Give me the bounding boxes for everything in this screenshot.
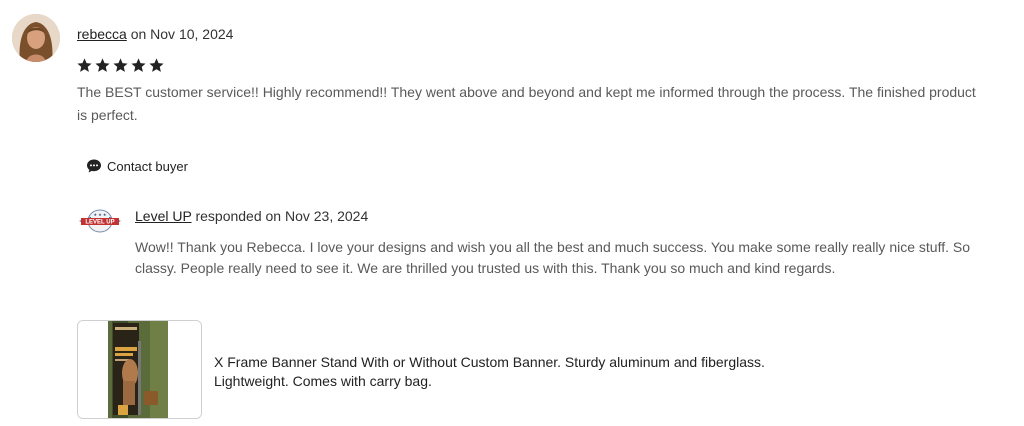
shop-name-link[interactable]: Level UP bbox=[135, 208, 192, 224]
reviewer-photo bbox=[12, 14, 60, 62]
reviewer-avatar bbox=[12, 14, 60, 62]
contact-buyer-label: Contact buyer bbox=[107, 158, 188, 174]
review-header: rebecca on Nov 10, 2024 bbox=[77, 26, 233, 42]
star-icon bbox=[149, 58, 164, 72]
star-rating bbox=[76, 57, 165, 74]
response-text: Wow!! Thank you Rebecca. I love your des… bbox=[135, 239, 970, 276]
shop-logo: LEVEL UP ★ ★ ★ bbox=[77, 208, 123, 234]
shop-logo-text: LEVEL UP bbox=[85, 220, 114, 226]
svg-text:★ ★ ★: ★ ★ ★ bbox=[94, 212, 107, 217]
response-header: Level UP responded on Nov 23, 2024 bbox=[135, 208, 368, 224]
star-icon bbox=[131, 58, 146, 72]
star-icon bbox=[77, 58, 92, 72]
chat-bubble-icon bbox=[86, 158, 102, 174]
review-date: on Nov 10, 2024 bbox=[130, 26, 234, 42]
star-icon bbox=[113, 58, 128, 72]
response-date: responded on Nov 23, 2024 bbox=[195, 208, 369, 224]
product-thumbnail[interactable] bbox=[77, 320, 202, 419]
contact-buyer-button[interactable]: Contact buyer bbox=[82, 155, 192, 177]
product-title[interactable]: X Frame Banner Stand With or Without Cus… bbox=[214, 353, 834, 391]
star-icon bbox=[95, 58, 110, 72]
reviewer-name-link[interactable]: rebecca bbox=[77, 26, 127, 42]
review-text: The BEST customer service!! Highly recom… bbox=[77, 84, 976, 123]
banner-stand-image bbox=[78, 321, 201, 418]
